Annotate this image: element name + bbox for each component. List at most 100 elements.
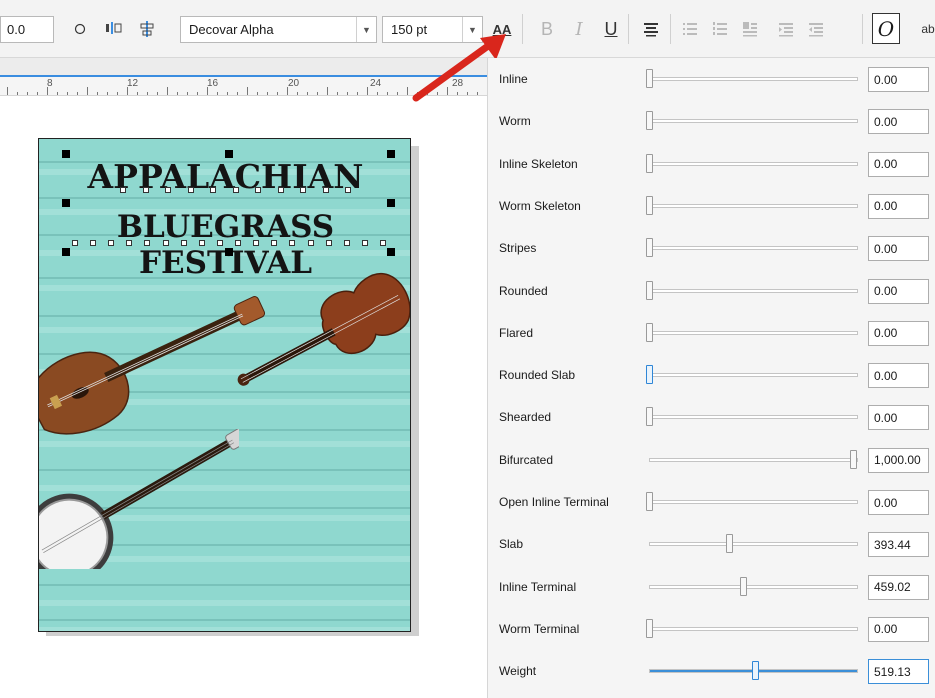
axis-slider-thumb[interactable] [646,322,653,342]
glyph-node[interactable] [307,240,314,246]
italic-button[interactable]: I [569,14,589,44]
glyph-node[interactable] [253,240,260,246]
glyph-node[interactable] [144,240,151,246]
axis-value-input[interactable]: 1,000.00 [868,447,929,473]
glyph-node[interactable] [325,240,332,246]
axis-value-input[interactable]: 0.00 [868,236,929,262]
glyph-node[interactable] [165,187,171,193]
axis-slider-thumb[interactable] [646,238,653,258]
glyph-node[interactable] [108,240,115,246]
axis-slider[interactable] [649,584,858,589]
axis-value-input[interactable]: 0.00 [868,320,929,346]
poster-title-line1[interactable]: APPALACHIAN [39,157,410,196]
glyph-node[interactable] [120,187,126,193]
bullet-list-icon[interactable] [678,14,702,44]
axis-value-input[interactable]: 0.00 [868,490,929,515]
axis-slider-thumb[interactable] [646,365,653,385]
axis-slider[interactable] [649,246,858,251]
glyph-node[interactable] [72,240,78,246]
selection-handle-mr[interactable] [387,199,395,207]
interactive-oblique-button[interactable]: O [872,13,900,44]
glyph-node[interactable] [289,240,296,246]
glyph-node[interactable] [277,187,284,193]
axis-value-input[interactable]: 0.00 [868,363,929,389]
glyph-node[interactable] [187,187,194,193]
glyph-node[interactable] [90,240,97,246]
axis-value-input[interactable]: 0.00 [868,109,929,135]
poster-artwork[interactable]: APPALACHIAN BLUEGRASS FESTIVAL [38,138,411,632]
glyph-node[interactable] [180,240,187,246]
selection-handle-tm[interactable] [225,150,233,158]
text-to-path-icon[interactable] [103,14,129,44]
selection-handle-bl[interactable] [62,248,70,256]
selection-handle-br[interactable] [387,248,395,256]
glyph-node[interactable] [162,240,169,246]
axis-slider[interactable] [649,373,858,378]
axis-value-input[interactable]: 0.00 [868,67,929,92]
axis-value-input[interactable]: 393.44 [868,532,929,558]
axis-slider[interactable] [649,161,858,166]
axis-slider-thumb[interactable] [726,534,734,554]
axis-value-input[interactable]: 0.00 [868,193,929,219]
axis-slider-thumb[interactable] [646,111,653,131]
decrease-indent-icon[interactable] [804,14,828,44]
bold-button[interactable]: B [537,14,557,44]
axis-slider[interactable] [649,203,858,208]
axis-slider[interactable] [649,500,858,504]
axis-slider[interactable] [649,288,858,293]
axis-value-input[interactable]: 459.02 [868,574,929,600]
axis-slider[interactable] [649,77,858,81]
axis-slider[interactable] [649,119,858,124]
glyph-node[interactable] [235,240,242,246]
numbered-list-icon[interactable] [708,14,732,44]
glyph-node[interactable] [345,187,351,193]
axis-value-input[interactable]: 0.00 [868,616,929,642]
selection-handle-tr[interactable] [387,150,395,158]
glyph-node[interactable] [343,240,350,246]
glyph-node[interactable] [322,187,329,193]
glyph-node[interactable] [232,187,239,193]
axis-slider-thumb[interactable] [646,69,653,88]
glyph-node[interactable] [380,240,386,246]
glyph-node[interactable] [255,187,261,193]
underline-button[interactable]: U [601,14,621,44]
chevron-down-icon[interactable]: ▼ [356,17,376,42]
axis-slider-thumb[interactable] [646,153,653,173]
glyph-node[interactable] [126,240,133,246]
axis-slider-thumb[interactable] [739,576,747,596]
glyph-node[interactable] [198,240,205,246]
text-align-icon[interactable] [638,14,664,44]
axis-slider-thumb[interactable] [646,618,653,638]
glyph-node[interactable] [361,240,368,246]
font-family-select[interactable]: Decovar Alpha ▼ [180,16,377,43]
selection-handle-tl[interactable] [62,150,70,158]
glyph-node[interactable] [216,240,223,246]
axis-slider-thumb[interactable] [850,449,857,469]
position-input[interactable]: 0.0 [0,16,54,43]
selection-handle-bm[interactable] [225,248,233,256]
axis-slider-thumb[interactable] [646,492,653,511]
glyph-node[interactable] [142,187,149,193]
radio-icon[interactable] [70,14,90,44]
axis-value-input[interactable]: 0.00 [868,405,929,431]
glyph-node[interactable] [300,187,306,193]
align-objects-icon[interactable] [135,14,161,44]
axis-slider[interactable] [649,330,858,335]
axis-slider-thumb[interactable] [646,280,653,300]
drop-cap-icon[interactable] [738,14,762,44]
axis-value-input[interactable]: 0.00 [868,278,929,304]
axis-slider-thumb[interactable] [751,661,759,681]
axis-slider[interactable] [649,415,858,420]
axis-slider-thumb[interactable] [646,407,653,427]
glyph-node[interactable] [210,187,216,193]
glyph-node[interactable] [271,240,278,246]
axis-value-input[interactable]: 0.00 [868,151,929,177]
axis-slider[interactable] [649,542,858,547]
axis-slider[interactable] [649,626,858,631]
axis-slider-thumb[interactable] [646,195,653,215]
increase-indent-icon[interactable] [774,14,798,44]
axis-slider[interactable] [649,457,858,462]
axis-value-input[interactable]: 519.13 [868,659,929,685]
text-overflow-button[interactable]: ab [918,14,935,44]
selection-handle-ml[interactable] [62,199,70,207]
